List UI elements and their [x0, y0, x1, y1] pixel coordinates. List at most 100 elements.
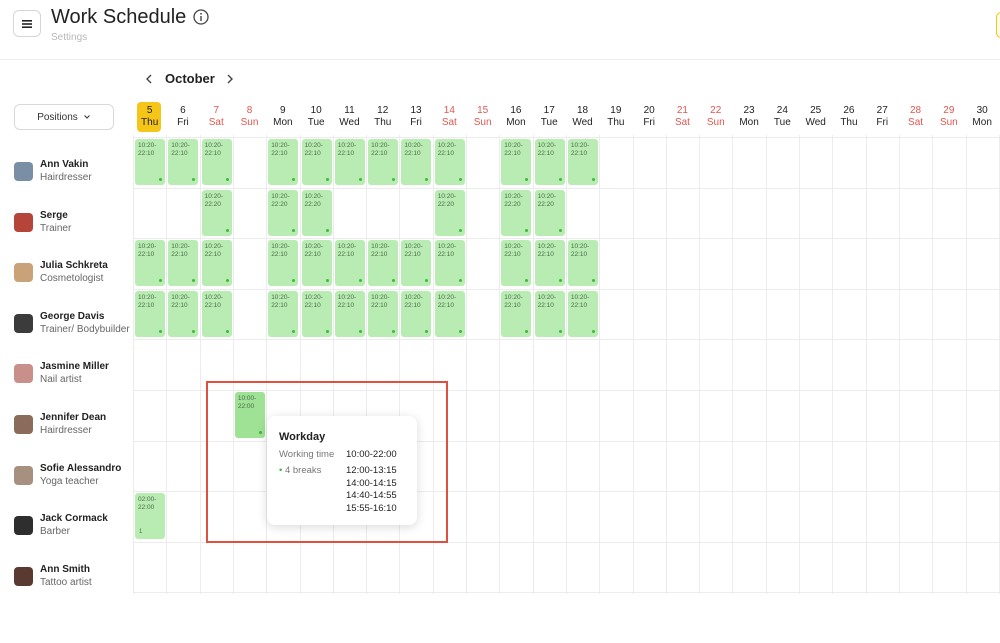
shift-block[interactable]: 10:20- 22:10 [135, 139, 165, 185]
shift-block[interactable]: 10:20- 22:10 [534, 290, 565, 337]
day-header[interactable]: 27 Fri [866, 97, 899, 135]
staff-row[interactable]: Julia Schkreta Cosmetologist [0, 250, 133, 300]
shift-block[interactable]: 10:20- 22:10 [301, 240, 332, 287]
staff-row[interactable]: Ann Smith Tattoo artist [0, 554, 133, 604]
day-header[interactable]: 21 Sat [666, 97, 699, 135]
day-header[interactable]: 9 Mon [266, 97, 299, 135]
chevron-right-icon[interactable] [224, 72, 236, 86]
shift-block[interactable]: 10:20- 22:10 [401, 290, 432, 337]
staff-row[interactable]: Jennifer Dean Hairdresser [0, 402, 133, 452]
shift-block[interactable]: 10:20- 22:10 [334, 290, 365, 337]
shift-block[interactable]: 10:20- 22:10 [334, 139, 365, 185]
info-icon[interactable] [193, 9, 209, 25]
chevron-left-icon[interactable] [143, 72, 155, 86]
day-header[interactable]: 8 Sun [233, 97, 266, 135]
shift-block[interactable]: 10:20- 22:10 [434, 139, 465, 185]
shift-block[interactable]: 10:20- 22:10 [201, 139, 232, 185]
staff-row[interactable]: Jack Cormack Barber [0, 503, 133, 553]
shift-block[interactable]: 10:20- 22:20 [268, 189, 299, 236]
shift-block[interactable]: 02:00- 22:00 1 [135, 493, 165, 540]
shift-time: 10:20- 22:10 [437, 293, 457, 309]
positions-filter[interactable]: Positions [14, 104, 114, 130]
shift-block[interactable]: 10:20- 22:10 [501, 139, 532, 185]
shift-block[interactable]: 10:20- 22:10 [501, 290, 532, 337]
day-header[interactable]: 11 Wed [333, 97, 366, 135]
shift-block[interactable]: 10:20- 22:10 [201, 240, 232, 287]
day-number: 14 [443, 105, 455, 116]
shift-block[interactable]: 10:20- 22:10 [401, 139, 432, 185]
grid-line [965, 135, 967, 594]
menu-button[interactable] [13, 10, 41, 37]
shift-block[interactable]: 10:20- 22:20 [534, 189, 565, 236]
shift-block[interactable]: 10:20- 22:10 [534, 139, 565, 185]
header-action-button[interactable] [996, 12, 1000, 38]
staff-row[interactable]: George Davis Trainer/ Bodybuilder [0, 301, 133, 351]
day-header[interactable]: 6 Fri [166, 97, 199, 135]
day-number: 19 [610, 105, 622, 116]
shift-block[interactable]: 10:20- 22:20 [501, 189, 532, 236]
shift-block[interactable]: 10:20- 22:10 [135, 240, 165, 287]
shift-block[interactable]: 10:20- 22:10 [268, 240, 299, 287]
day-header[interactable]: 16 Mon [499, 97, 532, 135]
day-header[interactable]: 22 Sun [699, 97, 732, 135]
shift-block[interactable]: 10:20- 22:10 [301, 139, 332, 185]
day-number: 27 [876, 105, 888, 116]
day-header[interactable]: 18 Wed [566, 97, 599, 135]
shift-time: 10:20- 22:10 [404, 293, 423, 309]
day-number: 15 [477, 105, 489, 116]
breadcrumb[interactable]: Settings [51, 32, 87, 44]
shift-time: 10:20- 22:10 [437, 243, 457, 259]
shift-block[interactable]: 10:20- 22:10 [168, 240, 199, 287]
day-header[interactable]: 20 Fri [633, 97, 666, 135]
shift-block[interactable]: 10:00- 22:00 [234, 392, 265, 438]
shift-time: 10:20- 22:10 [204, 293, 224, 309]
staff-row[interactable]: Ann Vakin Hairdresser [0, 149, 133, 199]
shift-block[interactable]: 10:20- 22:10 [567, 240, 598, 287]
shift-block[interactable]: 10:20- 22:10 [168, 290, 199, 337]
day-header[interactable]: 29 Sun [932, 97, 965, 135]
day-header[interactable]: 10 Tue [300, 97, 333, 135]
shift-block[interactable]: 10:20- 22:20 [201, 189, 232, 236]
day-header[interactable]: 28 Sat [899, 97, 932, 135]
shift-block[interactable]: 10:20- 22:20 [301, 189, 332, 236]
day-number: 24 [776, 105, 788, 116]
shift-block[interactable]: 10:20- 22:10 [434, 290, 465, 337]
day-header[interactable]: 7 Sat [200, 97, 233, 135]
shift-block[interactable]: 10:20- 22:10 [368, 139, 399, 185]
shift-block[interactable]: 10:20- 22:10 [368, 290, 399, 337]
day-header[interactable]: 19 Thu [599, 97, 632, 135]
day-header[interactable]: 25 Wed [799, 97, 832, 135]
shift-block[interactable]: 10:20- 22:10 [168, 139, 199, 185]
break-dot-icon [392, 178, 396, 181]
break-dot-icon [558, 228, 562, 232]
shift-block[interactable]: 10:20- 22:10 [567, 290, 598, 337]
day-header[interactable]: 13 Fri [399, 97, 432, 135]
shift-block[interactable]: 10:20- 22:10 [301, 290, 332, 337]
shift-block[interactable]: 10:20- 22:20 [434, 189, 465, 236]
day-header[interactable]: 30 Mon [966, 97, 999, 135]
shift-block[interactable]: 10:20- 22:10 [268, 290, 299, 337]
shift-block[interactable]: 10:20- 22:10 [135, 290, 165, 337]
shift-block[interactable]: 10:20- 22:10 [567, 139, 598, 185]
day-header[interactable]: 17 Tue [533, 97, 566, 135]
shift-block[interactable]: 10:20- 22:10 [501, 240, 532, 287]
day-header[interactable]: 15 Sun [466, 97, 499, 135]
day-header[interactable]: 24 Tue [766, 97, 799, 135]
shift-block[interactable]: 10:20- 22:10 [201, 290, 232, 337]
shift-block[interactable]: 10:20- 22:10 [434, 240, 465, 287]
day-header[interactable]: 26 Thu [832, 97, 865, 135]
staff-row[interactable]: Sofie Alessandro Yoga teacher [0, 453, 133, 503]
shift-block[interactable]: 10:20- 22:10 [334, 240, 365, 287]
day-header[interactable]: 5 Thu [133, 97, 166, 135]
day-header[interactable]: 12 Thu [366, 97, 399, 135]
day-header[interactable]: 14 Sat [433, 97, 466, 135]
shift-block[interactable]: 10:20- 22:10 [401, 240, 432, 287]
day-header[interactable]: 23 Mon [732, 97, 765, 135]
shift-time: 10:20- 22:10 [271, 293, 290, 309]
shift-block[interactable]: 10:20- 22:10 [368, 240, 399, 287]
shift-block[interactable]: 10:20- 22:10 [534, 240, 565, 287]
staff-row[interactable]: Serge Trainer [0, 200, 133, 250]
avatar [14, 516, 33, 536]
shift-block[interactable]: 10:20- 22:10 [268, 139, 299, 185]
staff-row[interactable]: Jasmine Miller Nail artist [0, 351, 133, 401]
